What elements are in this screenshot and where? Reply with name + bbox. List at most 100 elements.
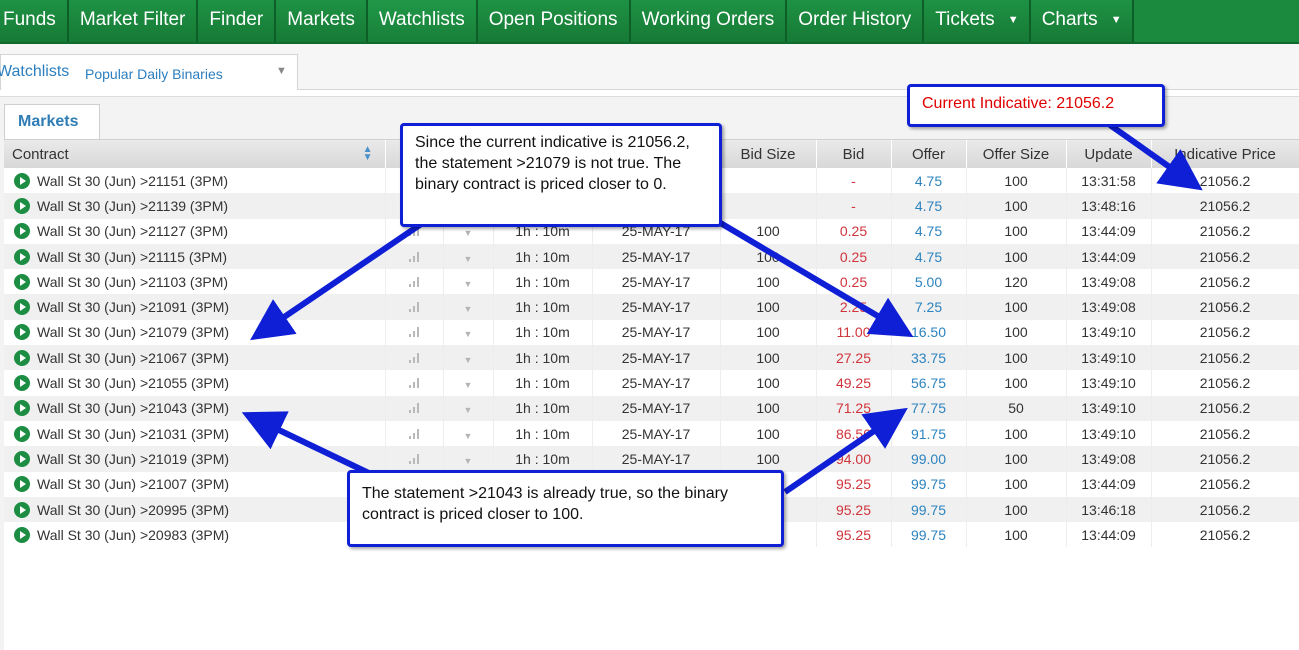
signal-bars-icon[interactable]: [408, 276, 420, 287]
offer-cell[interactable]: 16.50: [891, 319, 967, 346]
bid-cell[interactable]: -: [816, 193, 892, 219]
contract-cell[interactable]: Wall St 30 (Jun) >21019 (3PM): [4, 446, 386, 472]
sort-icon[interactable]: ▲ ▼: [363, 145, 373, 163]
play-icon[interactable]: [14, 476, 30, 493]
chevron-down-icon[interactable]: ▼: [464, 405, 473, 415]
bid-cell[interactable]: 11.00: [816, 319, 892, 346]
column-header[interactable]: Update: [1066, 140, 1152, 168]
contract-cell[interactable]: Wall St 30 (Jun) >21151 (3PM): [4, 168, 386, 194]
chevron-down-icon[interactable]: ▼: [464, 279, 473, 289]
play-icon[interactable]: [14, 273, 30, 290]
nav-charts[interactable]: Charts ▼: [1030, 0, 1134, 42]
chevron-down-icon[interactable]: ▼: [1008, 0, 1019, 40]
contract-cell[interactable]: Wall St 30 (Jun) >21103 (3PM): [4, 269, 386, 295]
offer-cell[interactable]: 99.75: [891, 496, 967, 523]
bid-cell[interactable]: 86.50: [816, 420, 892, 447]
play-icon[interactable]: [14, 526, 30, 543]
play-icon[interactable]: [14, 375, 30, 392]
bid-cell[interactable]: 0.25: [816, 218, 892, 244]
watchlist-selector[interactable]: Watchlists Popular Daily Binaries ▼: [0, 54, 298, 90]
nav-finder[interactable]: Finder: [198, 0, 277, 42]
signal-bars-icon[interactable]: [408, 226, 420, 237]
contract-cell[interactable]: Wall St 30 (Jun) >21067 (3PM): [4, 345, 386, 371]
table-row[interactable]: Wall St 30 (Jun) >21019 (3PM) ▼ 1h : 10m 25…: [4, 446, 1299, 472]
nav-funds[interactable]: Funds: [0, 0, 69, 42]
play-icon[interactable]: [14, 197, 30, 214]
signal-bars-icon[interactable]: [408, 327, 420, 338]
nav-market-filter[interactable]: Market Filter: [68, 0, 199, 42]
chevron-down-icon[interactable]: ▼: [464, 355, 473, 365]
column-header[interactable]: Bid Size: [720, 140, 817, 168]
offer-cell[interactable]: 7.25: [891, 294, 967, 320]
nav-working-orders[interactable]: Working Orders: [630, 0, 788, 42]
column-header[interactable]: Indicative Price: [1151, 140, 1299, 168]
nav-order-history[interactable]: Order History: [787, 0, 925, 42]
table-row[interactable]: Wall St 30 (Jun) >21091 (3PM) ▼ 1h : 10m 25…: [4, 294, 1299, 320]
signal-bars-icon[interactable]: [408, 251, 420, 262]
table-row[interactable]: Wall St 30 (Jun) >21055 (3PM) ▼ 1h : 10m 25…: [4, 370, 1299, 396]
contract-cell[interactable]: Wall St 30 (Jun) >21127 (3PM): [4, 218, 386, 244]
nav-watchlists[interactable]: Watchlists: [367, 0, 478, 42]
watchlist-select-value[interactable]: Popular Daily Binaries: [85, 66, 223, 82]
signal-bars-icon[interactable]: [408, 352, 420, 363]
nav-markets[interactable]: Markets: [276, 0, 368, 42]
offer-cell[interactable]: 4.75: [891, 193, 967, 219]
chevron-down-icon[interactable]: ▼: [464, 228, 473, 238]
column-header[interactable]: Bid: [816, 140, 892, 168]
table-row[interactable]: Wall St 30 (Jun) >21031 (3PM) ▼ 1h : 10m 25…: [4, 420, 1299, 447]
chevron-down-icon[interactable]: ▼: [464, 431, 473, 441]
offer-cell[interactable]: 99.75: [891, 522, 967, 548]
contract-cell[interactable]: Wall St 30 (Jun) >20983 (3PM): [4, 522, 386, 548]
offer-cell[interactable]: 99.00: [891, 446, 967, 472]
table-row[interactable]: Wall St 30 (Jun) >21043 (3PM) ▼ 1h : 10m 25…: [4, 395, 1299, 421]
column-header[interactable]: Offer: [891, 140, 967, 168]
play-icon[interactable]: [14, 248, 30, 265]
play-icon[interactable]: [14, 223, 30, 240]
offer-cell[interactable]: 91.75: [891, 420, 967, 447]
offer-cell[interactable]: 4.75: [891, 218, 967, 244]
column-header[interactable]: Offer Size: [966, 140, 1067, 168]
nav-tickets[interactable]: Tickets ▼: [924, 0, 1031, 42]
bid-cell[interactable]: 27.25: [816, 345, 892, 371]
bid-cell[interactable]: 2.25: [816, 294, 892, 320]
play-icon[interactable]: [14, 324, 30, 341]
bid-cell[interactable]: 49.25: [816, 370, 892, 396]
signal-bars-icon[interactable]: [408, 302, 420, 313]
chevron-down-icon[interactable]: ▼: [276, 65, 287, 77]
chevron-down-icon[interactable]: ▼: [1111, 0, 1122, 40]
watchlists-tab-label[interactable]: Watchlists: [0, 63, 69, 81]
bid-cell[interactable]: 0.25: [816, 269, 892, 295]
offer-cell[interactable]: 4.75: [891, 168, 967, 194]
bid-cell[interactable]: 0.25: [816, 243, 892, 270]
offer-cell[interactable]: 5.00: [891, 269, 967, 295]
bid-cell[interactable]: 95.25: [816, 522, 892, 548]
contract-cell[interactable]: Wall St 30 (Jun) >21139 (3PM): [4, 193, 386, 219]
contract-cell[interactable]: Wall St 30 (Jun) >21115 (3PM): [4, 243, 386, 270]
play-icon[interactable]: [14, 172, 30, 189]
tab-markets[interactable]: Markets: [4, 104, 100, 140]
chevron-down-icon[interactable]: ▼: [464, 304, 473, 314]
contract-cell[interactable]: Wall St 30 (Jun) >21043 (3PM): [4, 395, 386, 421]
bid-cell[interactable]: 95.25: [816, 471, 892, 497]
signal-bars-icon[interactable]: [408, 428, 420, 439]
contract-cell[interactable]: Wall St 30 (Jun) >21007 (3PM): [4, 471, 386, 497]
offer-cell[interactable]: 56.75: [891, 370, 967, 396]
contract-cell[interactable]: Wall St 30 (Jun) >21079 (3PM): [4, 319, 386, 346]
signal-bars-icon[interactable]: [408, 378, 420, 389]
offer-cell[interactable]: 4.75: [891, 243, 967, 270]
contract-cell[interactable]: Wall St 30 (Jun) >21055 (3PM): [4, 370, 386, 396]
offer-cell[interactable]: 33.75: [891, 345, 967, 371]
play-icon[interactable]: [14, 400, 30, 417]
contract-cell[interactable]: Wall St 30 (Jun) >21031 (3PM): [4, 420, 386, 447]
table-row[interactable]: Wall St 30 (Jun) >21079 (3PM) ▼ 1h : 10m 25…: [4, 319, 1299, 346]
chevron-down-icon[interactable]: ▼: [464, 456, 473, 466]
chevron-down-icon[interactable]: ▼: [464, 329, 473, 339]
table-row[interactable]: Wall St 30 (Jun) >21067 (3PM) ▼ 1h : 10m 25…: [4, 345, 1299, 371]
play-icon[interactable]: [14, 501, 30, 518]
bid-cell[interactable]: 71.25: [816, 395, 892, 421]
bid-cell[interactable]: 95.25: [816, 496, 892, 523]
play-icon[interactable]: [14, 349, 30, 366]
nav-open-positions[interactable]: Open Positions: [477, 0, 631, 42]
chevron-down-icon[interactable]: ▼: [464, 254, 473, 264]
offer-cell[interactable]: 77.75: [891, 395, 967, 421]
